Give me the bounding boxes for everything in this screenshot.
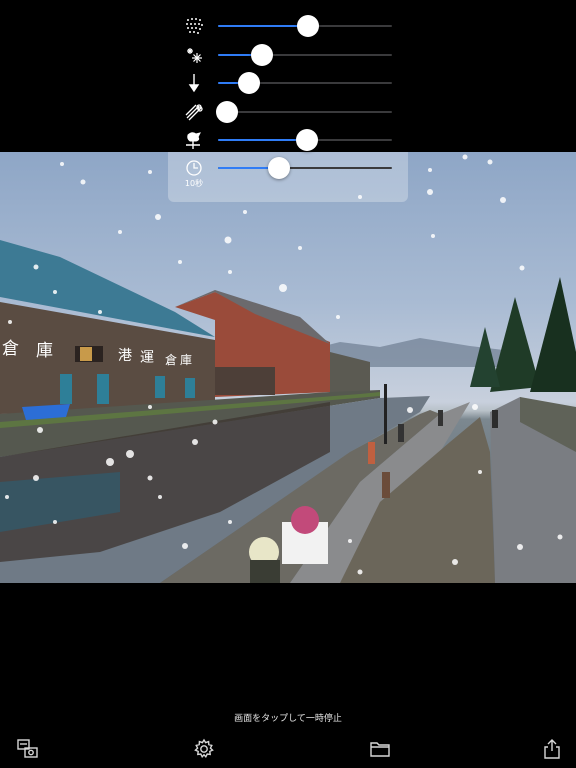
canal-scene: 倉 庫 港 運 倉 庫 (0, 154, 576, 583)
slider-thumb[interactable] (297, 15, 320, 37)
camera-switch-icon (16, 738, 40, 764)
sign-kanji: 庫 (180, 353, 192, 367)
photo-preview[interactable]: 倉 庫 港 運 倉 庫 (0, 152, 576, 583)
folder-button[interactable] (368, 740, 392, 762)
tap-to-pause-hint: 画面をタップして一時停止 (234, 714, 342, 724)
slider-thumb[interactable] (295, 129, 318, 151)
slider-thumb[interactable] (267, 157, 290, 179)
slider-track[interactable] (215, 101, 392, 123)
slider-thumb[interactable] (238, 72, 261, 94)
sign-kanji: 庫 (36, 341, 53, 361)
fall-speed-icon (176, 71, 212, 95)
wind-icon (176, 100, 212, 124)
snowflake-size-icon (176, 43, 212, 67)
slider-track[interactable] (218, 129, 392, 151)
folder-icon (369, 739, 391, 763)
slider-thumb[interactable] (215, 101, 238, 123)
timer-icon (176, 156, 212, 180)
sign-kanji: 港 (118, 348, 132, 364)
sign-kanji: 運 (140, 350, 154, 366)
sign-kanji: 倉 (2, 339, 19, 359)
slider-fill (218, 139, 307, 141)
timer-value: 10秒 (184, 179, 204, 188)
particle-density-slider[interactable] (176, 14, 396, 38)
settings-gear-icon (193, 738, 215, 764)
settings-button[interactable] (192, 738, 216, 764)
slider-track[interactable] (218, 15, 392, 37)
timer-slider[interactable] (176, 156, 396, 180)
weathervane-icon (176, 128, 212, 152)
snowflake-size-slider[interactable] (176, 43, 396, 67)
slider-track[interactable] (218, 157, 392, 179)
share-icon (542, 738, 562, 764)
camera-switch-button[interactable] (16, 738, 40, 764)
slider-thumb[interactable] (250, 44, 273, 66)
sign-kanji: 倉 (165, 352, 177, 367)
slider-fill (218, 25, 309, 27)
fall-speed-slider[interactable] (176, 71, 396, 95)
slider-track[interactable] (218, 72, 392, 94)
slider-track[interactable] (218, 44, 392, 66)
share-button[interactable] (540, 738, 564, 764)
particles-icon (176, 14, 212, 38)
wind-direction-slider[interactable] (176, 128, 396, 152)
wind-slider[interactable] (176, 100, 396, 124)
